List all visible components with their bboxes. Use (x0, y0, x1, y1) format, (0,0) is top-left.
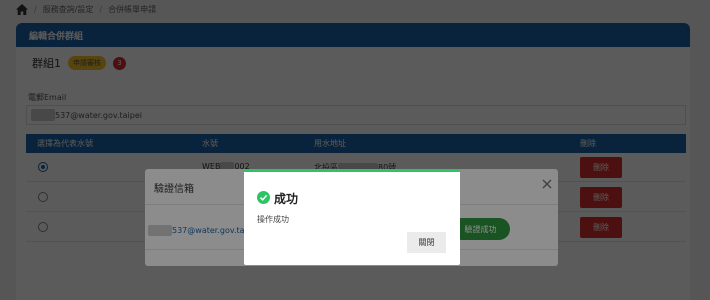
success-dialog: 成功 操作成功 關閉 (244, 169, 460, 265)
success-title: 成功 (274, 192, 299, 206)
check-circle-icon (257, 191, 270, 204)
success-message: 操作成功 (257, 215, 289, 224)
close-button[interactable]: 關閉 (407, 232, 446, 253)
